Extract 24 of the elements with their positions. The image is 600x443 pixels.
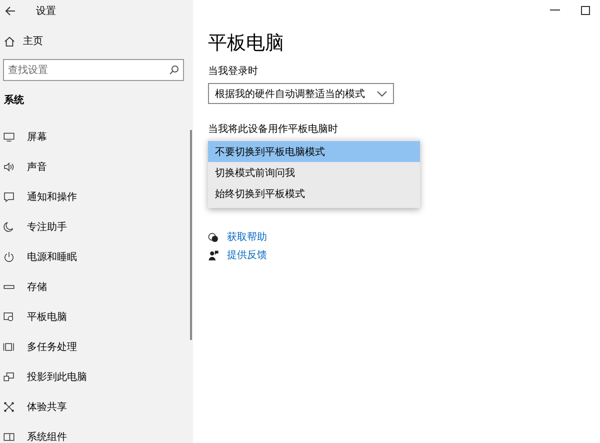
sidebar-item[interactable]: 声音 xyxy=(0,152,193,182)
search-field[interactable]: 查找设置 xyxy=(3,59,184,81)
sidebar-item[interactable]: 体验共享 xyxy=(0,392,193,422)
field-label: 当我将此设备用作平板电脑时 xyxy=(208,122,339,136)
dropdown-option[interactable]: 不要切换到平板电脑模式 xyxy=(208,141,420,162)
sidebar-item[interactable]: 电源和睡眠 xyxy=(0,242,193,272)
field-label: 当我登录时 xyxy=(208,64,259,78)
sidebar-item[interactable]: 平板电脑 xyxy=(0,302,193,332)
section-heading: 系统 xyxy=(3,94,25,108)
sidebar-item[interactable]: 投影到此电脑 xyxy=(0,362,193,392)
dropdown-option[interactable]: 切换模式前询问我 xyxy=(208,162,420,183)
page-title: 平板电脑 xyxy=(208,31,285,56)
mode-dropdown[interactable]: 根据我的硬件自动调整适当的模式 xyxy=(208,83,394,104)
sidebar-item[interactable]: 屏幕 xyxy=(0,122,193,152)
sidebar-item[interactable]: 存储 xyxy=(0,272,193,302)
window-title: 设置 xyxy=(36,4,56,18)
help-link[interactable]: 提供反馈 xyxy=(227,248,267,262)
sidebar-item[interactable]: 系统组件 xyxy=(0,422,193,443)
sidebar-item[interactable]: 多任务处理 xyxy=(0,332,193,362)
dropdown-option[interactable]: 始终切换到平板模式 xyxy=(208,183,420,204)
help-link[interactable]: 获取帮助 xyxy=(227,230,267,244)
home-item[interactable]: 主页 xyxy=(0,22,193,51)
sidebar-item[interactable]: 专注助手 xyxy=(0,212,193,242)
sidebar-item[interactable]: 通知和操作 xyxy=(0,182,193,212)
